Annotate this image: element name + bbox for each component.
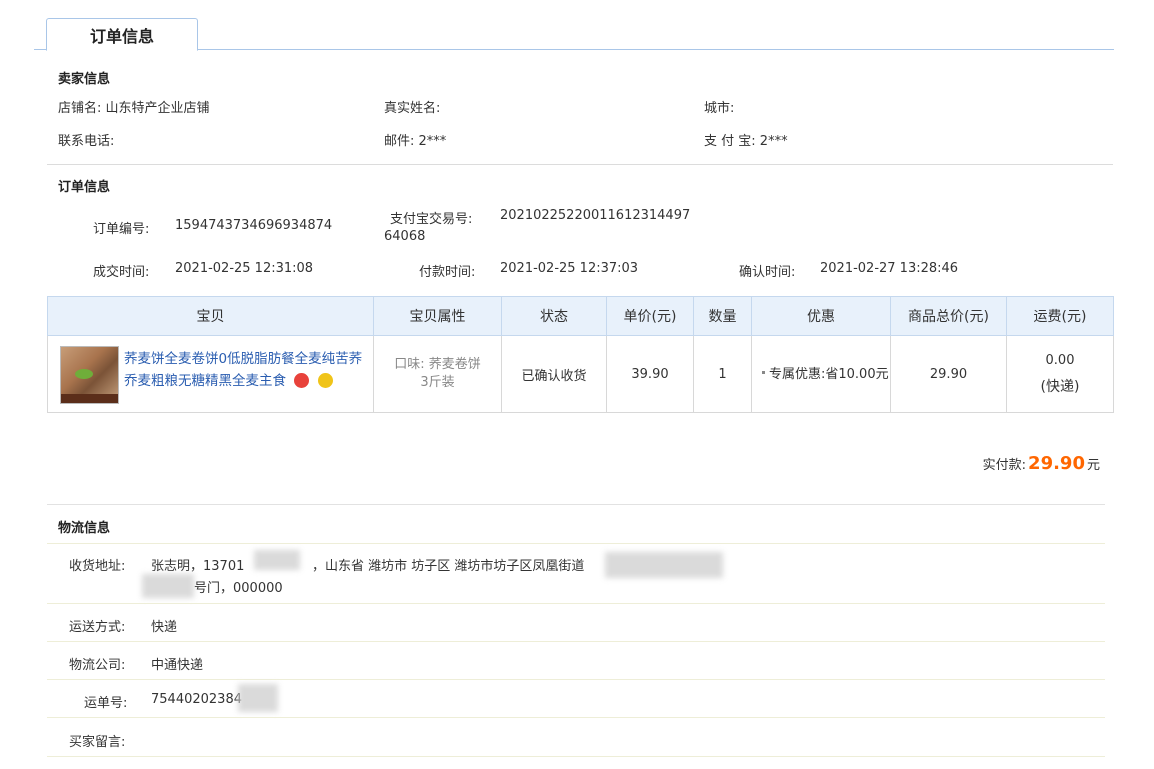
header-price: 单价(元)	[606, 296, 694, 336]
price-cell: 39.90	[606, 335, 694, 413]
gift-icon	[317, 373, 333, 388]
address-part2: ，山东省 潍坊市 坊子区 潍坊市坊子区凤凰街道	[312, 559, 585, 574]
divider	[47, 543, 1105, 544]
shipping-method: (快递)	[1040, 379, 1080, 395]
shipping-cell: 0.00 (快递)	[1006, 335, 1114, 413]
divider	[47, 756, 1105, 757]
qty-cell: 1	[693, 335, 752, 413]
divider	[47, 164, 1113, 165]
email-field: 邮件: 2***	[384, 130, 446, 149]
carrier-value: 中通快递	[151, 658, 204, 673]
deal-time-value: 2021-02-25 12:31:08	[175, 261, 314, 276]
realname-label: 真实姓名:	[384, 101, 441, 116]
alipay-label: 支 付 宝:	[704, 134, 756, 149]
table-row: 荞麦饼全麦卷饼0低脱脂肪餐全麦纯苦荞乔麦粗粮无糖精黑全麦主食 口味: 荞麦卷饼 …	[47, 335, 1114, 413]
order-items-table: 宝贝 宝贝属性 状态 单价(元) 数量 优惠 商品总价(元) 运费(元) 荞麦饼…	[47, 296, 1114, 413]
address-part1: 张志明，13701	[151, 559, 245, 574]
pay-time-label: 付款时间:	[419, 265, 476, 280]
address-line2: 号门，000000	[194, 581, 283, 596]
alipay-trade-value-line2: 64068	[384, 229, 426, 244]
divider	[47, 717, 1105, 718]
pay-time-value: 2021-02-25 12:37:03	[500, 261, 639, 276]
order-no-label: 订单编号:	[93, 222, 150, 237]
tab-order-info[interactable]: 订单信息	[46, 18, 198, 51]
redaction-blur	[142, 574, 194, 598]
total-cell: 29.90	[890, 335, 1007, 413]
waybill-label: 运单号:	[84, 696, 128, 711]
bullet-icon	[762, 370, 765, 374]
paid-label: 实付款:	[982, 458, 1027, 473]
header-promo: 优惠	[751, 296, 891, 336]
shop-name-value: 山东特产企业店铺	[105, 101, 210, 116]
redaction-blur	[254, 550, 300, 570]
phone-label: 联系电话:	[58, 134, 115, 149]
product-cell: 荞麦饼全麦卷饼0低脱脂肪餐全麦纯苦荞乔麦粗粮无糖精黑全麦主食	[47, 335, 374, 413]
attr-cell: 口味: 荞麦卷饼 3斤装	[373, 335, 502, 413]
divider	[47, 504, 1105, 505]
logistics-section-title: 物流信息	[58, 521, 111, 536]
buyer-message-label: 买家留言:	[69, 735, 126, 750]
attr-line2: 3斤装	[420, 375, 455, 390]
order-section-title: 订单信息	[58, 180, 111, 195]
alipay-field: 支 付 宝: 2***	[704, 130, 788, 149]
redaction-blur	[238, 684, 278, 712]
header-attr: 宝贝属性	[373, 296, 502, 336]
shop-name-label: 店铺名:	[58, 101, 102, 116]
header-qty: 数量	[693, 296, 752, 336]
order-no-value: 1594743734696934874	[175, 218, 333, 233]
header-total: 商品总价(元)	[890, 296, 1007, 336]
ship-method-label: 运送方式:	[69, 620, 126, 635]
thumb-caption-bar	[61, 394, 118, 403]
promo-text: 专属优惠:省10.00元	[769, 366, 889, 382]
tab-bar: 订单信息	[34, 18, 1114, 51]
alipay-trade-label: 支付宝交易号:	[390, 212, 473, 227]
header-item: 宝贝	[47, 296, 374, 336]
alipay-value: 2***	[759, 134, 788, 149]
promo-cell: 专属优惠:省10.00元	[751, 335, 891, 413]
seller-section-title: 卖家信息	[58, 72, 111, 87]
carrier-label: 物流公司:	[69, 658, 126, 673]
confirm-time-label: 确认时间:	[739, 265, 796, 280]
address-label: 收货地址:	[69, 559, 126, 574]
attr-line1: 口味: 荞麦卷饼	[394, 357, 481, 372]
waybill-value: 75440202384	[151, 692, 242, 707]
paid-unit: 元	[1086, 458, 1100, 473]
divider	[47, 679, 1105, 680]
paid-value: 29.90	[1028, 453, 1085, 474]
paid-amount: 实付款: 29.90 元	[983, 453, 1100, 474]
header-shipping: 运费(元)	[1006, 296, 1114, 336]
ship-method-value: 快递	[151, 620, 178, 635]
seven-day-return-icon	[294, 373, 310, 388]
shipping-fee: 0.00	[1045, 353, 1075, 368]
shop-name-field: 店铺名: 山东特产企业店铺	[58, 97, 210, 116]
status-cell: 已确认收货	[501, 335, 607, 413]
product-link[interactable]: 荞麦饼全麦卷饼0低脱脂肪餐全麦纯苦荞乔麦粗粮无糖精黑全麦主食	[124, 348, 364, 392]
redaction-blur	[605, 552, 723, 578]
city-label: 城市:	[704, 101, 735, 116]
confirm-time-value: 2021-02-27 13:28:46	[820, 261, 959, 276]
divider	[47, 641, 1105, 642]
alipay-trade-value-line1: 2021022522001161231449​7	[500, 208, 691, 223]
deal-time-label: 成交时间:	[93, 265, 150, 280]
header-status: 状态	[501, 296, 607, 336]
leaf-graphic	[75, 369, 93, 379]
product-thumbnail[interactable]	[60, 346, 119, 404]
email-value: 2***	[418, 134, 447, 149]
divider	[47, 603, 1105, 604]
email-label: 邮件:	[384, 134, 415, 149]
table-header-row: 宝贝 宝贝属性 状态 单价(元) 数量 优惠 商品总价(元) 运费(元)	[47, 296, 1114, 336]
